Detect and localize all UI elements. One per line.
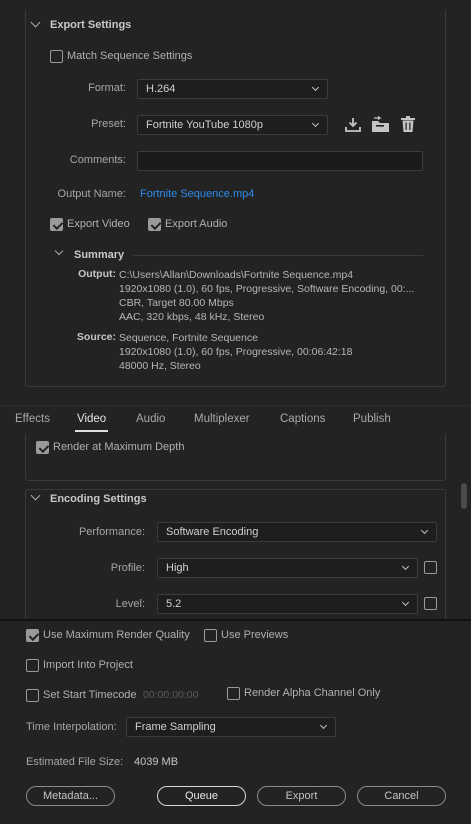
profile-dropdown[interactable]: High	[157, 558, 418, 578]
format-dropdown[interactable]: H.264	[137, 79, 328, 99]
import-into-project-label: Import Into Project	[43, 659, 133, 671]
estimated-file-size-value: 4039 MB	[134, 756, 179, 768]
tab-captions[interactable]: Captions	[280, 413, 325, 425]
summary-title: Summary	[74, 249, 125, 261]
summary-source-label: Source:	[76, 331, 116, 343]
cancel-button[interactable]: Cancel	[357, 786, 446, 806]
set-start-timecode-label: Set Start Timecode	[43, 689, 137, 701]
summary-source-line: 1920x1080 (1.0), 60 fps, Progressive, 00…	[119, 346, 353, 358]
summary-output-label: Output:	[78, 268, 116, 280]
chevron-down-icon	[311, 83, 320, 92]
tab-multiplexer[interactable]: Multiplexer	[194, 413, 250, 425]
max-render-quality-label: Use Maximum Render Quality	[43, 629, 190, 641]
render-alpha-label: Render Alpha Channel Only	[244, 687, 381, 699]
delete-preset-icon[interactable]	[400, 115, 416, 133]
chevron-down-icon	[311, 119, 320, 128]
export-video-label: Export Video	[67, 218, 130, 230]
export-button[interactable]: Export	[257, 786, 346, 806]
profile-match-checkbox[interactable]	[424, 561, 437, 574]
queue-button[interactable]: Queue	[157, 786, 246, 806]
tab-effects[interactable]: Effects	[15, 413, 50, 425]
preset-dropdown[interactable]: Fortnite YouTube 1080p	[137, 115, 328, 135]
summary-output-line: 1920x1080 (1.0), 60 fps, Progressive, So…	[119, 283, 415, 295]
tab-audio[interactable]: Audio	[136, 413, 165, 425]
summary-output-line: AAC, 320 kbps, 48 kHz, Stereo	[119, 311, 265, 323]
comments-field[interactable]	[137, 151, 423, 171]
time-interpolation-label: Time Interpolation:	[26, 721, 117, 733]
tab-publish[interactable]: Publish	[353, 413, 391, 425]
match-sequence-checkbox[interactable]	[50, 50, 63, 63]
export-video-checkbox[interactable]	[50, 218, 63, 231]
import-preset-icon[interactable]	[371, 116, 391, 134]
level-value: 5.2	[166, 598, 182, 610]
settings-scrollbar-thumb[interactable]	[461, 483, 467, 509]
summary-source-line: Sequence, Fortnite Sequence	[119, 332, 258, 344]
format-value: H.264	[146, 83, 176, 95]
preset-value: Fortnite YouTube 1080p	[146, 119, 264, 131]
tab-video[interactable]: Video	[77, 413, 106, 425]
active-tab-indicator	[75, 430, 108, 432]
chevron-down-icon	[401, 562, 410, 571]
export-audio-label: Export Audio	[165, 218, 228, 230]
time-interpolation-value: Frame Sampling	[135, 721, 216, 733]
chevron-down-icon	[401, 598, 410, 607]
encoding-settings-title: Encoding Settings	[50, 493, 147, 505]
preset-label: Preset:	[91, 118, 126, 130]
output-name-label: Output Name:	[57, 188, 126, 200]
render-max-depth-checkbox[interactable]	[36, 441, 49, 454]
summary-divider	[133, 255, 423, 256]
performance-dropdown[interactable]: Software Encoding	[157, 522, 437, 542]
estimated-file-size-label: Estimated File Size:	[26, 756, 124, 768]
level-match-checkbox[interactable]	[424, 597, 437, 610]
use-previews-label: Use Previews	[221, 629, 289, 641]
metadata-button[interactable]: Metadata...	[26, 786, 115, 806]
time-interpolation-dropdown[interactable]: Frame Sampling	[126, 717, 336, 737]
export-audio-checkbox[interactable]	[148, 218, 161, 231]
import-into-project-checkbox[interactable]	[26, 659, 39, 672]
performance-value: Software Encoding	[166, 526, 259, 538]
chevron-down-icon	[319, 721, 328, 730]
profile-value: High	[166, 562, 189, 574]
comments-label: Comments:	[69, 154, 126, 166]
chevron-down-icon	[420, 526, 429, 535]
max-render-quality-checkbox[interactable]	[26, 629, 39, 642]
match-sequence-label: Match Sequence Settings	[67, 50, 193, 62]
profile-label: Profile:	[110, 562, 145, 574]
render-max-depth-label: Render at Maximum Depth	[53, 441, 185, 453]
summary-output-line: CBR, Target 80.00 Mbps	[119, 297, 234, 309]
start-timecode-value[interactable]: 00:00:00:00	[143, 689, 198, 701]
level-dropdown[interactable]: 5.2	[157, 594, 418, 614]
set-start-timecode-checkbox[interactable]	[26, 689, 39, 702]
export-settings-title: Export Settings	[50, 19, 132, 31]
summary-output-line: C:\Users\Allan\Downloads\Fortnite Sequen…	[119, 269, 354, 281]
summary-source-line: 48000 Hz, Stereo	[119, 360, 201, 372]
use-previews-checkbox[interactable]	[204, 629, 217, 642]
save-preset-icon[interactable]	[344, 116, 362, 134]
level-label: Level:	[115, 598, 145, 610]
format-label: Format:	[88, 82, 126, 94]
output-name-link[interactable]: Fortnite Sequence.mp4	[140, 188, 254, 200]
performance-label: Performance:	[78, 526, 145, 538]
render-alpha-checkbox[interactable]	[227, 687, 240, 700]
